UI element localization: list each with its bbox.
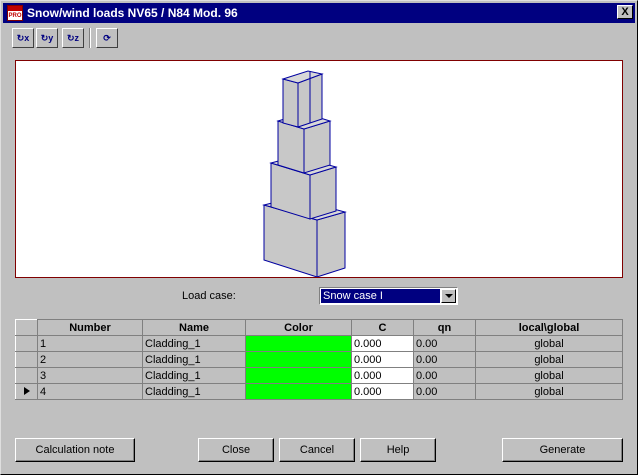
cell-local-global[interactable]: global [475,383,623,400]
table-row[interactable]: 3 Cladding_1 0.000 0.00 global [15,367,623,384]
cell-local-global[interactable]: global [475,335,623,352]
dialog-window: PRO Snow/wind loads NV65 / N84 Mod. 96 X… [0,0,638,475]
rotate-x-button[interactable]: ↻x [12,28,34,48]
col-header-name[interactable]: Name [142,319,246,336]
app-icon: PRO [7,5,23,21]
cell-qn: 0.00 [413,351,476,368]
cell-c-input[interactable]: 0.000 [351,335,414,352]
cell-name[interactable]: Cladding_1 [142,351,246,368]
tier-2-front-face [277,120,305,174]
load-case-label: Load case: [182,290,236,302]
table-header-row: Number Name Color C qn local\global [15,319,623,336]
row-selector[interactable] [15,367,38,384]
cell-qn: 0.00 [413,367,476,384]
cell-qn: 0.00 [413,383,476,400]
title-bar[interactable]: PRO Snow/wind loads NV65 / N84 Mod. 96 X [3,3,635,23]
calculation-note-button[interactable]: Calculation note [15,438,135,462]
close-button[interactable]: Close [198,438,274,462]
rotate-z-icon: ↻z [66,33,80,43]
load-case-value: Snow case I [321,289,440,303]
table-row[interactable]: 2 Cladding_1 0.000 0.00 global [15,351,623,368]
tier-4-side-face [316,211,346,278]
cladding-table: Number Name Color C qn local\global 1 Cla… [15,319,623,400]
rotate-x-icon: ↻x [16,33,30,43]
tier-2-side-face [303,120,331,174]
window-title: Snow/wind loads NV65 / N84 Mod. 96 [27,6,238,20]
close-window-button[interactable]: X [617,5,633,19]
load-case-select[interactable]: Snow case I [319,287,458,305]
tier-1-front-face [282,78,299,128]
toolbar-separator [89,28,91,48]
cell-c-input[interactable]: 0.000 [351,383,414,400]
row-selector[interactable] [15,351,38,368]
rotate-y-icon: ↻y [40,33,54,43]
cancel-button[interactable]: Cancel [279,438,355,462]
chevron-down-icon[interactable] [441,289,456,303]
table-row[interactable]: 4 Cladding_1 0.000 0.00 global [15,383,623,400]
col-header-color[interactable]: Color [245,319,352,336]
cell-local-global[interactable]: global [475,351,623,368]
refresh-icon: ⟳ [103,33,111,43]
generate-button[interactable]: Generate [502,438,623,462]
rotate-y-button[interactable]: ↻y [36,28,58,48]
cell-c-input[interactable]: 0.000 [351,367,414,384]
cell-color[interactable] [245,383,352,400]
structure-3d-view [262,70,347,278]
row-selector[interactable] [15,383,38,400]
cell-color[interactable] [245,335,352,352]
3d-viewport[interactable] [15,60,623,278]
col-header-number[interactable]: Number [37,319,143,336]
cell-qn: 0.00 [413,335,476,352]
cell-name[interactable]: Cladding_1 [142,335,246,352]
cell-number: 3 [37,367,143,384]
refresh-view-button[interactable]: ⟳ [96,28,118,48]
cell-local-global[interactable]: global [475,367,623,384]
row-header-corner [15,319,38,336]
cell-number: 2 [37,351,143,368]
cell-number: 4 [37,383,143,400]
cell-name[interactable]: Cladding_1 [142,383,246,400]
col-header-qn[interactable]: qn [413,319,476,336]
cell-color[interactable] [245,351,352,368]
cell-color[interactable] [245,367,352,384]
col-header-c[interactable]: C [351,319,414,336]
cell-number: 1 [37,335,143,352]
rotate-z-button[interactable]: ↻z [62,28,84,48]
row-selector[interactable] [15,335,38,352]
tier-3-side-face [309,166,337,220]
col-header-local-global[interactable]: local\global [475,319,623,336]
cell-c-input[interactable]: 0.000 [351,351,414,368]
table-row[interactable]: 1 Cladding_1 0.000 0.00 global [15,335,623,352]
cell-name[interactable]: Cladding_1 [142,367,246,384]
help-button[interactable]: Help [360,438,436,462]
